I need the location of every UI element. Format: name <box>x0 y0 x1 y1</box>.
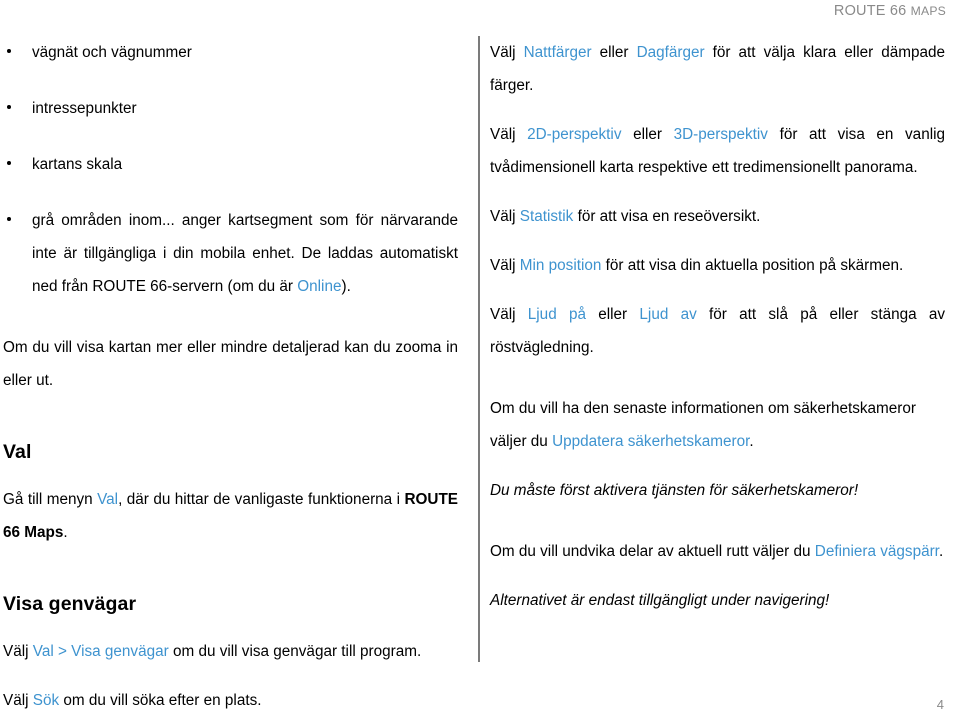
list-item-label: vägnät och vägnummer <box>32 44 192 61</box>
list-item: vägnät och vägnummer <box>3 36 458 69</box>
paragraph-zoom: Om du vill visa kartan mer eller mindre … <box>3 339 458 389</box>
page-footer: 4 <box>0 697 944 712</box>
paragraph-statistics: Välj Statistik för att visa en reseövers… <box>490 200 945 233</box>
document-body: vägnät och vägnummer intressepunkter kar… <box>0 36 960 709</box>
paragraph-perspective-mid: eller <box>621 126 674 143</box>
bullet-dot-icon <box>7 161 11 165</box>
list-item-text-pre: grå områden inom... anger kartsegment so… <box>32 212 458 295</box>
list-item-label: intressepunkter <box>32 100 137 117</box>
note-roadblock: Alternativet är endast tillgängligt unde… <box>490 592 830 609</box>
running-header-title-smallcaps: MAPS <box>910 4 946 18</box>
paragraph-val-post: . <box>63 524 68 541</box>
paragraph-colors-pre: Välj <box>490 44 524 61</box>
paragraph-roadblock-post: . <box>938 543 944 560</box>
paragraph-roadblock-pre: Om du vill undvika delar av aktuell rutt… <box>490 543 815 560</box>
link-2d-perspective[interactable]: 2D-perspektiv <box>527 126 621 143</box>
paragraph-sound: Välj Ljud på eller Ljud av för att slå p… <box>490 298 945 364</box>
list-item: kartans skala <box>3 148 458 181</box>
map-features-list: vägnät och vägnummer intressepunkter kar… <box>3 36 458 303</box>
link-online[interactable]: Online <box>297 278 341 295</box>
paragraph-safety-cameras-post: . <box>749 433 754 450</box>
paragraph-val-pre: Gå till menyn <box>3 491 98 508</box>
list-item-text-post: ). <box>341 278 351 295</box>
link-statistics[interactable]: Statistik <box>520 208 574 225</box>
heading-show-shortcuts: Visa genvägar <box>3 593 137 615</box>
page-number: 4 <box>936 697 944 712</box>
right-column: Välj Nattfärger eller Dagfärger för att … <box>490 36 945 617</box>
heading-val: Val <box>3 441 32 463</box>
link-day-colors[interactable]: Dagfärger <box>637 44 705 61</box>
bullet-dot-icon <box>7 49 11 53</box>
paragraph-roadblock: Om du vill undvika delar av aktuell rutt… <box>490 535 945 568</box>
link-night-colors[interactable]: Nattfärger <box>524 44 592 61</box>
paragraph-sound-mid: eller <box>585 306 640 323</box>
paragraph-colors: Välj Nattfärger eller Dagfärger för att … <box>490 36 945 102</box>
note-safety-cameras: Du måste först aktivera tjänsten för säk… <box>490 482 859 499</box>
list-item: intressepunkter <box>3 92 458 125</box>
link-sound-on[interactable]: Ljud på <box>528 306 586 323</box>
paragraph-shortcuts-post: om du vill visa genvägar till program. <box>168 643 422 660</box>
paragraph-colors-mid: eller <box>591 44 637 61</box>
paragraph-perspective: Välj 2D-perspektiv eller 3D-perspektiv f… <box>490 118 945 184</box>
paragraph-my-position: Välj Min position för att visa din aktue… <box>490 249 945 282</box>
link-val[interactable]: Val <box>97 491 118 508</box>
link-val-show-shortcuts[interactable]: Val > Visa genvägar <box>33 643 169 660</box>
bullet-dot-icon <box>7 105 11 109</box>
link-3d-perspective[interactable]: 3D-perspektiv <box>674 126 768 143</box>
bullet-dot-icon <box>7 217 11 221</box>
link-my-position[interactable]: Min position <box>520 257 602 274</box>
column-divider <box>478 36 480 662</box>
paragraph-safety-cameras: Om du vill ha den senaste informationen … <box>490 392 945 458</box>
paragraph-val: Gå till menyn Val, där du hittar de vanl… <box>3 483 458 549</box>
paragraph-my-position-pre: Välj <box>490 257 520 274</box>
link-define-roadblock[interactable]: Definiera vägspärr <box>815 543 939 560</box>
paragraph-statistics-pre: Välj <box>490 208 520 225</box>
left-column: vägnät och vägnummer intressepunkter kar… <box>3 36 458 717</box>
paragraph-sound-pre: Välj <box>490 306 528 323</box>
paragraph-shortcuts-pre: Välj <box>3 643 33 660</box>
running-header-title: ROUTE 66 <box>833 3 911 19</box>
list-item-label: kartans skala <box>32 156 123 173</box>
paragraph-perspective-pre: Välj <box>490 126 528 143</box>
running-header: ROUTE 66 MAPS <box>0 0 946 24</box>
link-update-safety-cameras[interactable]: Uppdatera säkerhetskameror <box>552 433 749 450</box>
paragraph-my-position-post: för att visa din aktuella position på sk… <box>601 257 904 274</box>
paragraph-shortcuts: Välj Val > Visa genvägar om du vill visa… <box>3 635 458 668</box>
list-item: grå områden inom... anger kartsegment so… <box>3 204 458 303</box>
paragraph-val-mid: , där du hittar de vanligaste funktioner… <box>118 491 405 508</box>
paragraph-statistics-post: för att visa en reseöversikt. <box>573 208 761 225</box>
link-sound-off[interactable]: Ljud av <box>639 306 696 323</box>
